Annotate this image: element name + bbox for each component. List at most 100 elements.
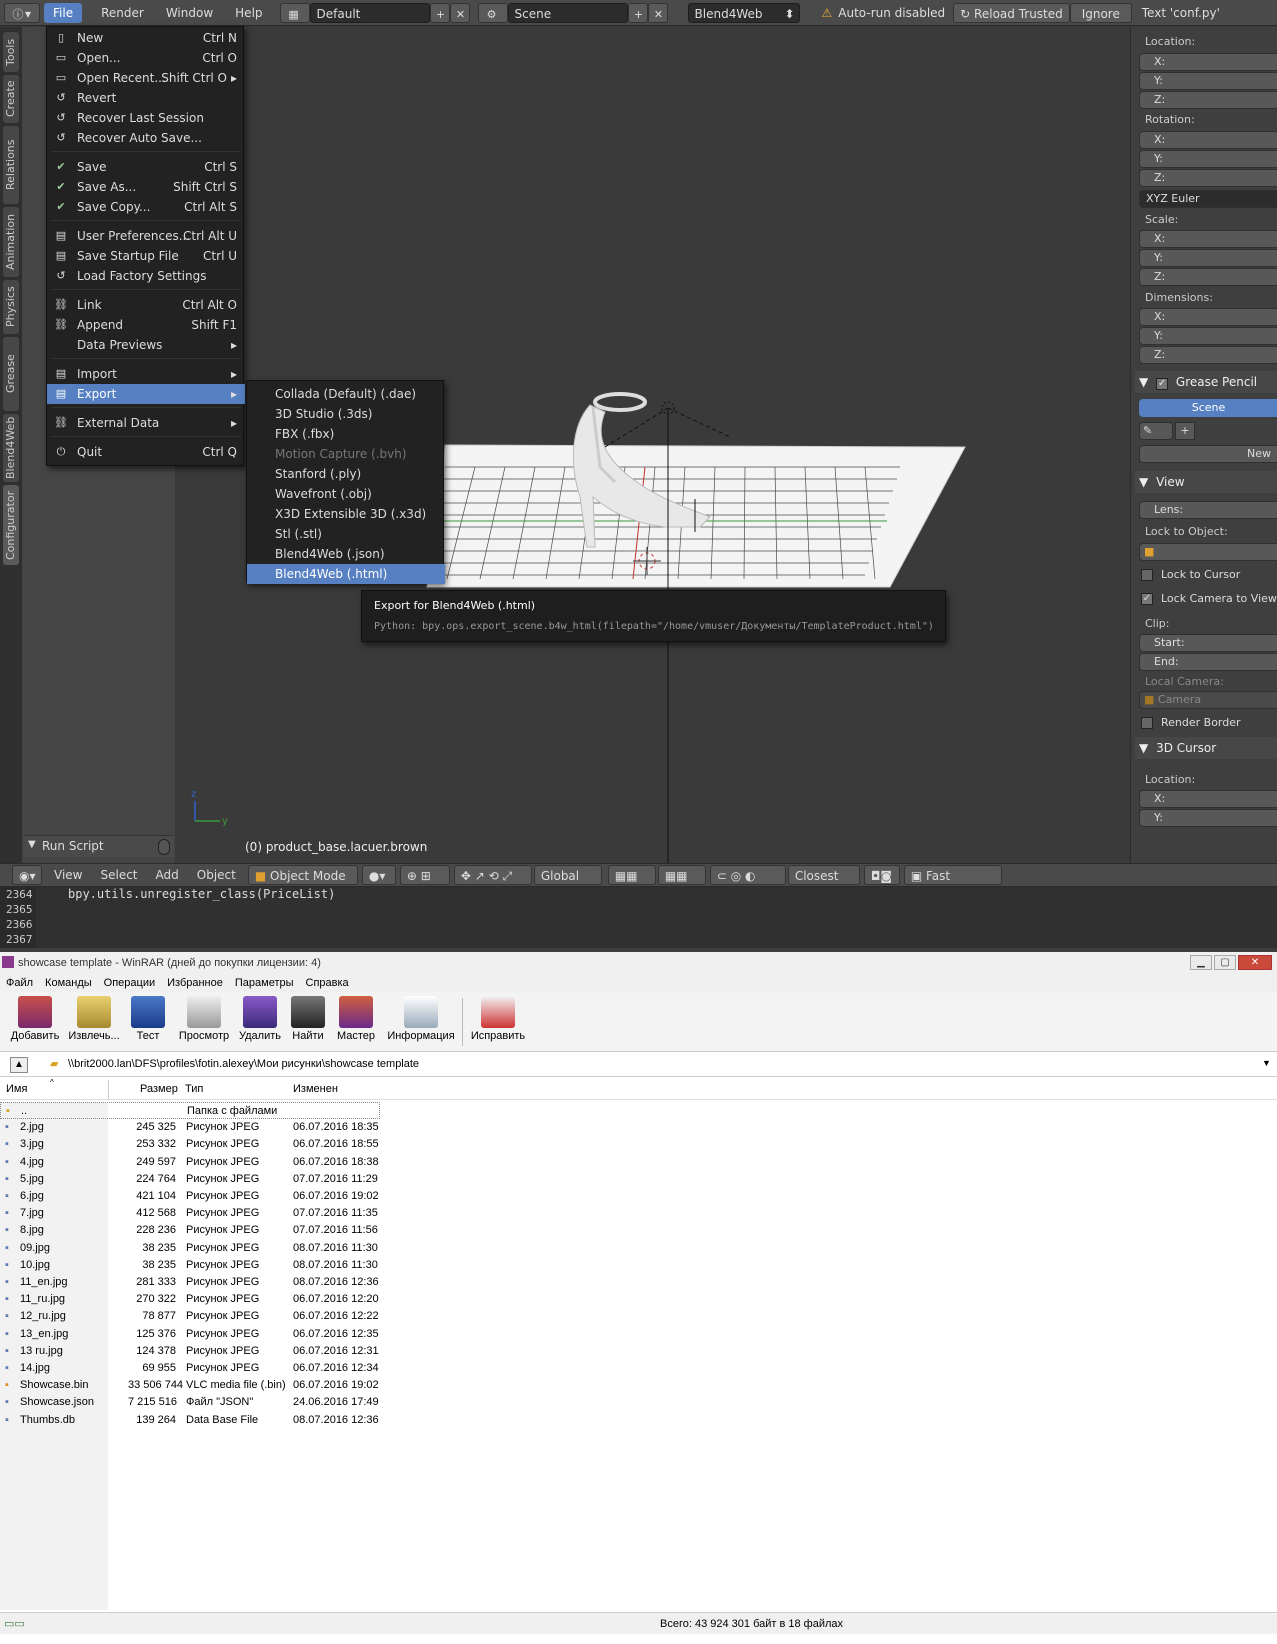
menu-item-recover-auto[interactable]: ↺ Recover Auto Save... (47, 128, 245, 148)
rotation-y-field[interactable]: Y: (1139, 150, 1277, 168)
menu-item-save-startup[interactable]: ▤ Save Startup File Ctrl U (47, 246, 245, 266)
menu-item-save-as[interactable]: ✔ Save As... Shift Ctrl S (47, 177, 245, 197)
tab-relations[interactable]: Relations (3, 126, 19, 204)
menu-item-open-recent[interactable]: ▭ Open Recent... Shift Ctrl O ▸ (47, 68, 245, 88)
tab-grease-pencil[interactable]: Grease Pencil (3, 337, 33, 411)
editor-type-button[interactable]: ⓘ ▾ (4, 2, 40, 23)
menu-item-import[interactable]: ▤ Import ▸ (47, 364, 245, 384)
delete-button[interactable]: Удалить (238, 996, 282, 1042)
add-button[interactable]: Добавить (10, 996, 60, 1042)
orientation-select[interactable]: Global (533, 865, 602, 885)
menu-item-export[interactable]: ▤ Export ▸ (47, 384, 245, 404)
shading-select[interactable]: ●▾ (361, 865, 396, 885)
add-layout-button[interactable]: + (429, 2, 450, 23)
file-row[interactable]: ▪ Thumbs.db 139 264 Data Base File 08.07.201… (0, 1412, 380, 1429)
column-modified[interactable]: Изменен (293, 1083, 338, 1095)
file-row[interactable]: ▪ 13 ru.jpg 124 378 Рисунок JPEG 06.07.2016 … (0, 1343, 380, 1360)
menu-item-new[interactable]: ▯ New Ctrl N (47, 28, 245, 48)
menu-commands[interactable]: Команды (39, 974, 98, 992)
view-panel-header[interactable]: ▼ View (1135, 471, 1277, 493)
file-row[interactable]: ▪ 13_en.jpg 125 376 Рисунок JPEG 06.07.2016 … (0, 1326, 380, 1343)
manipulator-buttons[interactable]: ✥ ↗ ⟲ ⤢ (453, 865, 532, 885)
lock-to-cursor-checkbox[interactable] (1141, 569, 1153, 581)
rotation-x-field[interactable]: X: (1139, 131, 1277, 149)
dimensions-z-field[interactable]: Z: (1139, 346, 1277, 364)
menu-item-append[interactable]: ⛓ Append Shift F1 (47, 315, 245, 335)
export-3ds[interactable]: 3D Studio (.3ds) (247, 404, 445, 424)
export-b4w-json[interactable]: Blend4Web (.json) (247, 544, 445, 564)
clip-end-field[interactable]: End: (1139, 653, 1277, 671)
snap-target-select[interactable]: Closest (787, 865, 860, 885)
menu-help[interactable]: Help (226, 3, 271, 23)
scene-field[interactable]: Scene (507, 2, 628, 23)
file-row[interactable]: ▪ 12_ru.jpg 78 877 Рисунок JPEG 06.07.2016 1… (0, 1308, 380, 1325)
location-z-field[interactable]: Z: (1139, 91, 1277, 109)
up-folder-button[interactable]: ▲ (10, 1057, 28, 1073)
reload-trusted-button[interactable]: ↻ Reload Trusted (953, 2, 1070, 23)
tab-animation[interactable]: Animation (3, 207, 19, 277)
menu-item-user-preferences[interactable]: ▤ User Preferences... Ctrl Alt U (47, 226, 245, 246)
export-b4w-html[interactable]: Blend4Web (.html) (247, 564, 445, 584)
view-button[interactable]: Просмотр (176, 996, 232, 1042)
tab-configurator[interactable]: Configurator (3, 485, 19, 565)
menu-item-save-copy[interactable]: ✔ Save Copy... Ctrl Alt S (47, 197, 245, 217)
extract-button[interactable]: Извлечь... (66, 996, 122, 1042)
grease-pencil-checkbox[interactable]: ✓ (1156, 378, 1169, 390)
menu-view[interactable]: View (54, 868, 82, 882)
test-button[interactable]: Тест (128, 996, 168, 1042)
file-row[interactable]: ▪ 5.jpg 224 764 Рисунок JPEG 07.07.2016 11:2… (0, 1171, 380, 1188)
dimensions-y-field[interactable]: Y: (1139, 327, 1277, 345)
file-row[interactable]: ▪ 11_ru.jpg 270 322 Рисунок JPEG 06.07.2016 … (0, 1291, 380, 1308)
menu-file[interactable]: File (44, 2, 83, 23)
menu-item-save[interactable]: ✔ Save Ctrl S (47, 157, 245, 177)
file-row[interactable]: ▪ 7.jpg 412 568 Рисунок JPEG 07.07.2016 11:3… (0, 1205, 380, 1222)
remove-layout-button[interactable]: ✕ (449, 2, 470, 23)
layer-buttons-2[interactable]: ▦▦ (657, 865, 706, 885)
lens-field[interactable]: Lens: (1139, 501, 1277, 519)
file-row[interactable]: ▪ Showcase.json 7 215 516 Файл "JSON" 24.06.… (0, 1394, 380, 1411)
pencil-icon-button[interactable]: ✎ (1139, 422, 1173, 440)
file-row[interactable]: ▪ 6.jpg 421 104 Рисунок JPEG 06.07.2016 19:0… (0, 1188, 380, 1205)
menu-item-quit[interactable]: ⏻ Quit Ctrl Q (47, 442, 245, 462)
render-buttons[interactable]: ◘◙ (863, 865, 900, 885)
file-row[interactable]: ▪ 4.jpg 249 597 Рисунок JPEG 06.07.2016 18:3… (0, 1154, 380, 1171)
editor-type-button[interactable]: ◉▾ (12, 865, 42, 885)
column-name[interactable]: Имя (6, 1083, 27, 1095)
text-editor[interactable]: 2364 2365 2366 2367 bpy.utils.unregister… (0, 887, 1277, 948)
menu-item-revert[interactable]: ↺ Revert (47, 88, 245, 108)
find-button[interactable]: Найти (288, 996, 328, 1042)
minimize-button[interactable]: ▁ (1190, 955, 1212, 970)
export-x3d[interactable]: X3D Extensible 3D (.x3d) (247, 504, 445, 524)
scale-x-field[interactable]: X: (1139, 230, 1277, 248)
remove-scene-button[interactable]: ✕ (647, 2, 668, 23)
dimensions-x-field[interactable]: X: (1139, 308, 1277, 326)
tab-create[interactable]: Create (3, 75, 19, 123)
scene-icon-button[interactable]: ⚙ (477, 2, 508, 23)
wizard-button[interactable]: Мастер (334, 996, 378, 1042)
location-x-field[interactable]: X: (1139, 53, 1277, 71)
export-fbx[interactable]: FBX (.fbx) (247, 424, 445, 444)
file-row[interactable]: ▪ 10.jpg 38 235 Рисунок JPEG 08.07.2016 11:3… (0, 1257, 380, 1274)
path-field[interactable]: \\brit2000.lan\DFS\profiles\fotin.alexey… (68, 1058, 419, 1070)
tab-blend4web[interactable]: Blend4Web (3, 414, 19, 482)
menu-item-open[interactable]: ▭ Open... Ctrl O (47, 48, 245, 68)
run-script-toggle[interactable] (158, 839, 170, 855)
path-dropdown-icon[interactable]: ▼ (1262, 1058, 1271, 1068)
file-row[interactable]: ▪ 8.jpg 228 236 Рисунок JPEG 07.07.2016 11:5… (0, 1222, 380, 1239)
tab-physics[interactable]: Physics (3, 280, 19, 334)
menu-item-recover-last[interactable]: ↺ Recover Last Session (47, 108, 245, 128)
column-size[interactable]: Размер (140, 1083, 178, 1095)
location-y-field[interactable]: Y: (1139, 72, 1277, 90)
cursor-x-field[interactable]: X: (1139, 790, 1277, 808)
collapse-icon[interactable]: ▼ (28, 839, 36, 850)
render-border-checkbox[interactable] (1141, 717, 1153, 729)
menu-help[interactable]: Справка (300, 974, 355, 992)
export-bvh[interactable]: Motion Capture (.bvh) (247, 444, 445, 464)
fast-preview-button[interactable]: ▣ Fast Preview (903, 865, 1002, 903)
screen-layout-field[interactable]: Default (309, 2, 430, 23)
menu-item-load-factory[interactable]: ↺ Load Factory Settings (47, 266, 245, 286)
lock-camera-checkbox[interactable]: ✓ (1141, 593, 1153, 605)
export-stl[interactable]: Stl (.stl) (247, 524, 445, 544)
rotation-z-field[interactable]: Z: (1139, 169, 1277, 187)
menu-operations[interactable]: Операции (98, 974, 161, 992)
